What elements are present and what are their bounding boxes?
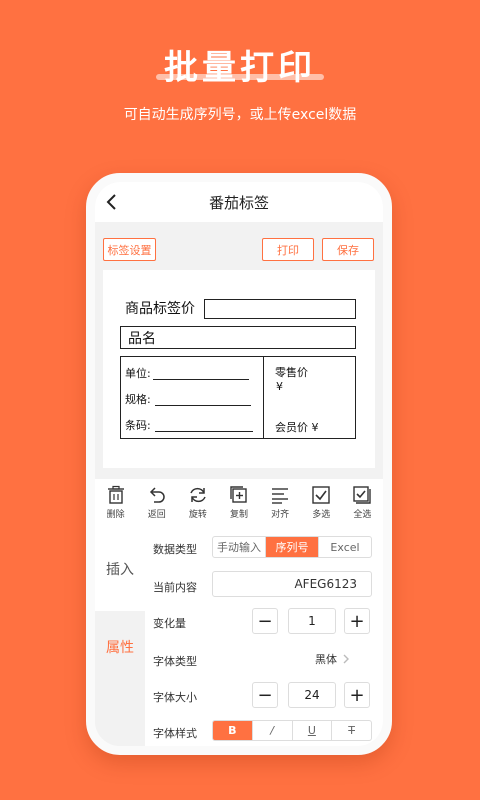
toolbar-multiselect[interactable]: 多选: [301, 479, 342, 527]
font-style-bold[interactable]: B: [213, 721, 253, 740]
current-content-input[interactable]: AFEG6123: [212, 571, 372, 597]
toolbar-copy-label: 复制: [229, 510, 248, 520]
phone-frame: 番茄标签 标签设置 打印 保存 商品标签价 品名 单位: 规格: 条码: 零售价…: [86, 173, 392, 755]
current-content-label: 当前内容: [153, 581, 197, 594]
font-size-minus-button[interactable]: −: [252, 682, 278, 708]
checkbox-icon: [312, 486, 330, 504]
toolbar-rotate-label: 旋转: [188, 510, 207, 520]
undo-icon: [149, 487, 165, 503]
toolbar-undo[interactable]: 返回: [136, 479, 177, 527]
toolbar-delete[interactable]: 删除: [95, 479, 136, 527]
product-name-label[interactable]: 品名: [128, 328, 156, 348]
increment-plus-button[interactable]: +: [344, 608, 370, 634]
toolbar-multiselect-label: 多选: [312, 510, 331, 520]
product-price-label[interactable]: 商品标签价: [125, 298, 195, 318]
label-settings-button[interactable]: 标签设置: [103, 238, 156, 261]
barcode-underline: [155, 431, 253, 432]
spec-label[interactable]: 规格:: [125, 391, 151, 407]
data-type-excel[interactable]: Excel: [319, 537, 371, 557]
retail-currency[interactable]: ¥: [276, 380, 283, 393]
toolbar-align-label: 对齐: [271, 510, 290, 520]
spec-underline: [155, 405, 251, 406]
back-arrow-icon[interactable]: [103, 192, 121, 212]
data-type-serial[interactable]: 序列号: [266, 537, 319, 557]
data-type-label: 数据类型: [153, 543, 197, 556]
unit-label[interactable]: 单位:: [125, 365, 151, 381]
tab-properties[interactable]: 属性: [95, 637, 145, 657]
copy-icon: [230, 486, 247, 503]
increment-minus-button[interactable]: −: [252, 608, 278, 634]
save-button[interactable]: 保存: [322, 238, 374, 261]
barcode-label[interactable]: 条码:: [125, 417, 151, 433]
toolbar-copy[interactable]: 复制: [218, 479, 259, 527]
trash-icon: [107, 485, 124, 504]
font-style-strikethrough[interactable]: T: [332, 721, 371, 740]
font-style-underline[interactable]: U: [293, 721, 333, 740]
increment-value[interactable]: 1: [288, 608, 336, 634]
data-type-manual[interactable]: 手动输入: [213, 537, 266, 557]
page-title: 番茄标签: [208, 193, 269, 212]
font-type-label: 字体类型: [153, 655, 197, 668]
unit-underline: [153, 379, 249, 380]
select-all-icon: [353, 486, 372, 504]
toolbar-delete-label: 删除: [106, 510, 125, 520]
toolbar-rotate[interactable]: 旋转: [177, 479, 218, 527]
print-button[interactable]: 打印: [262, 238, 314, 261]
font-style-label: 字体样式: [153, 727, 197, 740]
retail-price-label[interactable]: 零售价: [275, 364, 308, 380]
toolbar-align[interactable]: 对齐: [260, 479, 301, 527]
hero-subtitle: 可自动生成序列号，或上传excel数据: [123, 107, 357, 123]
toolbar-undo-label: 返回: [147, 510, 166, 520]
hero-underline: [156, 74, 324, 80]
product-price-box[interactable]: [204, 299, 356, 319]
font-type-value: 黑体: [315, 653, 337, 666]
rotate-icon: [190, 487, 206, 503]
font-style-italic[interactable]: /: [253, 721, 293, 740]
align-icon: [272, 488, 289, 504]
data-type-selector: 手动输入 序列号 Excel: [212, 536, 372, 558]
edit-toolbar: 删除 返回 旋转 复制 对齐 多选 全选: [95, 479, 383, 527]
font-style-selector: B / U T: [212, 720, 372, 741]
toolbar-select-all-label: 全选: [353, 510, 372, 520]
font-size-plus-button[interactable]: +: [344, 682, 370, 708]
chevron-right-icon: [343, 654, 349, 664]
label-canvas[interactable]: 商品标签价 品名 单位: 规格: 条码: 零售价 ¥ 会员价 ¥: [103, 270, 375, 468]
app-screen: 番茄标签 标签设置 打印 保存 商品标签价 品名 单位: 规格: 条码: 零售价…: [95, 182, 383, 746]
properties-panel: 数据类型 手动输入 序列号 Excel 当前内容 AFEG6123 变化量 − …: [145, 527, 383, 746]
toolbar-select-all[interactable]: 全选: [342, 479, 383, 527]
nav-bar: 番茄标签: [95, 182, 383, 222]
hero-title: 批量打印: [164, 48, 316, 88]
font-size-value[interactable]: 24: [288, 682, 336, 708]
side-tabs: 插入 属性: [95, 527, 145, 746]
increment-label: 变化量: [153, 617, 186, 630]
font-size-label: 字体大小: [153, 691, 197, 704]
member-price-label[interactable]: 会员价 ¥: [275, 419, 319, 435]
font-type-selector[interactable]: 黑体: [315, 651, 351, 667]
tab-insert[interactable]: 插入: [95, 527, 145, 611]
